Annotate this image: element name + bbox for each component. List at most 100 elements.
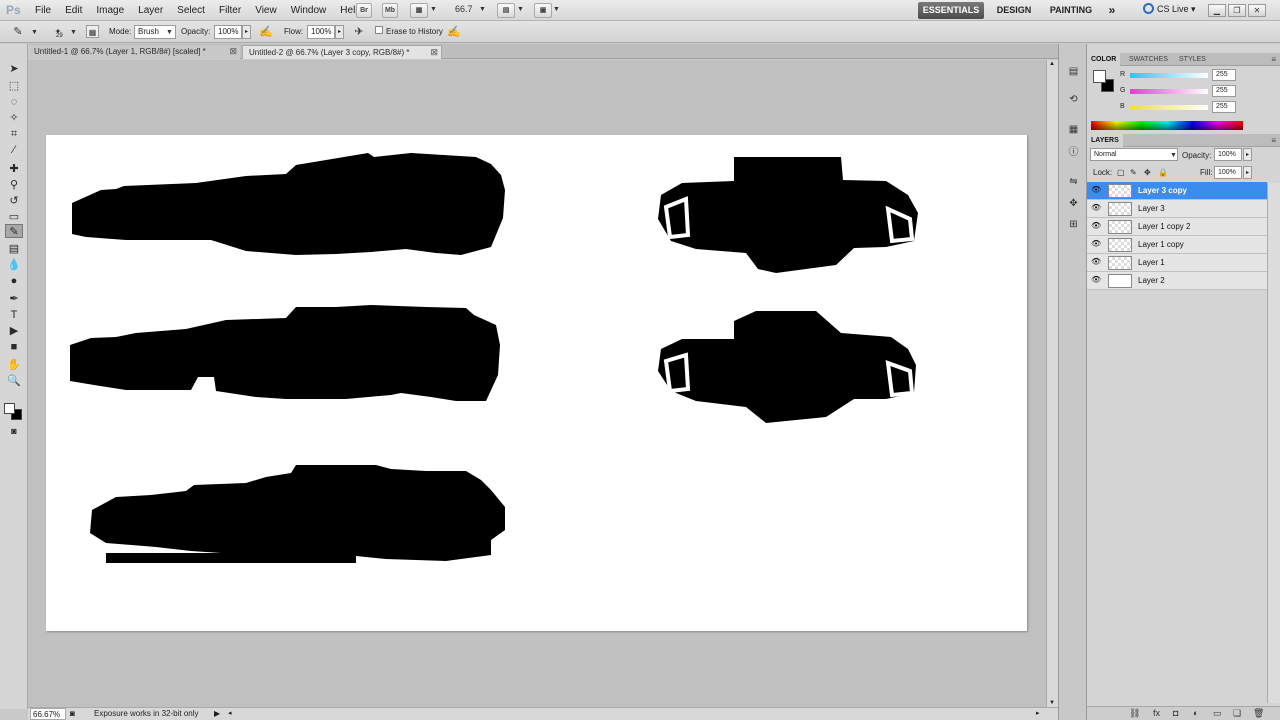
histogram-icon[interactable]: ▤ xyxy=(1065,64,1082,79)
marquee-tool-icon[interactable]: ⬚ xyxy=(5,79,23,93)
arrange-documents-button[interactable]: ▤ xyxy=(497,3,515,18)
move-tool-icon[interactable]: ➤ xyxy=(5,62,23,76)
menu-select[interactable]: Select xyxy=(170,0,212,21)
green-value[interactable]: 255 xyxy=(1212,85,1236,97)
lock-image-icon[interactable]: ✎ xyxy=(1130,168,1137,177)
crop-tool-icon[interactable]: ⌗ xyxy=(5,127,23,141)
erase-to-history-checkbox[interactable] xyxy=(375,26,383,34)
menu-layer[interactable]: Layer xyxy=(131,0,170,21)
eraser-tool-icon[interactable]: ▭ xyxy=(5,210,23,224)
status-play-icon[interactable]: ▶ xyxy=(214,708,220,720)
zoom-status-field[interactable]: 66.67% xyxy=(30,708,66,720)
foreground-color-chip[interactable] xyxy=(1093,70,1106,83)
brush-tool-icon[interactable]: ✎ xyxy=(5,224,23,238)
tab-untitled-2[interactable]: Untitled-2 @ 66.7% (Layer 3 copy, RGB/8#… xyxy=(242,45,442,59)
quick-mask-icon[interactable]: ◙ xyxy=(5,424,23,438)
new-group-icon[interactable]: ▭ xyxy=(1213,708,1222,719)
navigator-icon[interactable]: ▦ xyxy=(1065,122,1082,137)
blue-slider[interactable] xyxy=(1130,105,1208,110)
zoom-tool-icon[interactable]: 🔍 xyxy=(5,374,23,388)
tab-swatches[interactable]: SWATCHES xyxy=(1125,53,1172,66)
menu-edit[interactable]: Edit xyxy=(58,0,89,21)
pressure-opacity-icon[interactable]: ✍ xyxy=(258,24,274,40)
history-icon[interactable]: ⟲ xyxy=(1065,92,1082,107)
cs-live-button[interactable]: CS Live ▾ xyxy=(1143,3,1196,15)
minimize-button[interactable]: ▁ xyxy=(1208,4,1226,17)
mini-bridge-button[interactable]: Mb xyxy=(382,3,398,18)
path-selection-tool-icon[interactable]: ▶ xyxy=(5,324,23,338)
layer-style-icon[interactable]: fx xyxy=(1153,708,1160,718)
delete-layer-icon[interactable]: 🗑 xyxy=(1253,708,1264,719)
lock-position-icon[interactable]: ✥ xyxy=(1144,168,1151,177)
menu-image[interactable]: Image xyxy=(89,0,131,21)
scroll-down-icon[interactable]: ▼ xyxy=(1049,700,1055,706)
eye-icon[interactable]: 👁 xyxy=(1091,185,1101,195)
tab-color[interactable]: COLOR xyxy=(1087,53,1121,66)
gradient-tool-icon[interactable]: ▤ xyxy=(5,242,23,256)
menu-filter[interactable]: Filter xyxy=(212,0,248,21)
tab-styles[interactable]: STYLES xyxy=(1175,53,1210,66)
fill-slider-toggle[interactable]: ▸ xyxy=(1243,166,1252,179)
eye-icon[interactable]: 👁 xyxy=(1091,221,1101,231)
eye-icon[interactable]: 👁 xyxy=(1091,257,1101,267)
menu-file[interactable]: File xyxy=(28,0,58,21)
close-icon[interactable]: ⊠ xyxy=(430,46,438,59)
layer-opacity-input[interactable]: 100% xyxy=(1214,148,1242,161)
layer-row-layer-3[interactable]: 👁 Layer 3 xyxy=(1087,200,1267,218)
view-extras-button[interactable]: ▦ xyxy=(410,3,428,18)
spot-healing-tool-icon[interactable]: ✚ xyxy=(5,162,23,176)
lasso-tool-icon[interactable]: ◌ xyxy=(5,95,23,109)
tab-untitled-1[interactable]: Untitled-1 @ 66.7% (Layer 1, RGB/8#) [sc… xyxy=(28,45,240,59)
flow-slider-toggle[interactable]: ▸ xyxy=(335,25,344,39)
workspace-essentials[interactable]: ESSENTIALS xyxy=(918,2,984,19)
lock-transparent-icon[interactable]: ▢ xyxy=(1117,168,1125,177)
panel-menu-icon[interactable]: ≡ xyxy=(1271,136,1276,145)
layers-scrollbar[interactable] xyxy=(1267,183,1280,703)
vertical-scrollbar[interactable]: ▲ ▼ xyxy=(1046,60,1058,707)
close-button[interactable]: ✕ xyxy=(1248,4,1266,17)
layer-row-layer-1-copy-2[interactable]: 👁 Layer 1 copy 2 xyxy=(1087,218,1267,236)
paths-icon[interactable]: ⊞ xyxy=(1065,217,1082,232)
red-slider[interactable] xyxy=(1130,73,1208,78)
quick-selection-tool-icon[interactable]: ✧ xyxy=(5,111,23,125)
channels-icon[interactable]: ✥ xyxy=(1065,196,1082,211)
history-brush-tool-icon[interactable]: ↺ xyxy=(5,194,23,208)
adjustments-icon[interactable]: ⇋ xyxy=(1065,174,1082,189)
eye-icon[interactable]: 👁 xyxy=(1091,203,1101,213)
eye-icon[interactable]: 👁 xyxy=(1091,239,1101,249)
menu-window[interactable]: Window xyxy=(284,0,334,21)
status-menu-icon[interactable]: ◙ xyxy=(70,708,75,720)
scroll-left-icon[interactable]: ◂ xyxy=(228,708,232,720)
fill-input[interactable]: 100% xyxy=(1214,166,1242,179)
dodge-tool-icon[interactable]: ● xyxy=(5,274,23,288)
layer-row-layer-3-copy[interactable]: 👁 Layer 3 copy xyxy=(1087,182,1267,200)
workspace-design[interactable]: DESIGN xyxy=(992,2,1036,19)
menu-view[interactable]: View xyxy=(248,0,284,21)
flow-input[interactable]: 100% xyxy=(307,25,335,39)
green-slider[interactable] xyxy=(1130,89,1208,94)
opacity-input[interactable]: 100% xyxy=(214,25,242,39)
hand-tool-icon[interactable]: ✋ xyxy=(5,358,23,372)
scroll-right-icon[interactable]: ▸ xyxy=(1036,708,1040,720)
more-workspaces-button[interactable]: » xyxy=(1104,2,1120,19)
type-tool-icon[interactable]: T xyxy=(5,308,23,322)
brush-panel-toggle-icon[interactable]: ▦ xyxy=(86,25,99,38)
scroll-up-icon[interactable]: ▲ xyxy=(1049,61,1055,67)
document-canvas[interactable] xyxy=(46,135,1027,631)
layer-row-layer-1[interactable]: 👁 Layer 1 xyxy=(1087,254,1267,272)
pressure-size-icon[interactable]: ✍ xyxy=(446,24,462,40)
bridge-button[interactable]: Br xyxy=(356,3,372,18)
lock-all-icon[interactable]: 🔒 xyxy=(1158,168,1168,177)
tab-layers[interactable]: LAYERS xyxy=(1087,134,1123,147)
close-icon[interactable]: ⊠ xyxy=(229,45,237,58)
blend-mode-select[interactable]: Normal xyxy=(1090,148,1178,161)
foreground-color-swatch[interactable] xyxy=(4,403,15,414)
pen-tool-icon[interactable]: ✒ xyxy=(5,292,23,306)
blue-value[interactable]: 255 xyxy=(1212,101,1236,113)
airbrush-icon[interactable]: ✈ xyxy=(351,24,367,40)
adjustment-layer-icon[interactable]: ◐ xyxy=(1193,708,1198,718)
layer-row-layer-2[interactable]: 👁 Layer 2 xyxy=(1087,272,1267,290)
link-layers-icon[interactable]: ⛓ xyxy=(1129,708,1140,719)
eye-icon[interactable]: 👁 xyxy=(1091,275,1101,285)
new-layer-icon[interactable]: ❏ xyxy=(1233,708,1241,719)
